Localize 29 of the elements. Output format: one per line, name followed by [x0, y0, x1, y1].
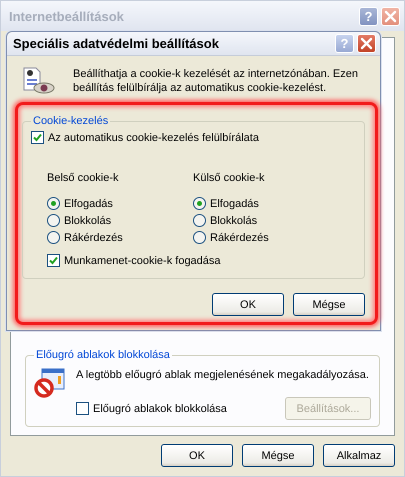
- dialog-button[interactable]: Mégse: [242, 444, 314, 467]
- group-title: Cookie-kezelés: [32, 115, 110, 127]
- popup-block-checkbox[interactable]: Előugró ablakok blokkolása: [76, 402, 227, 415]
- window-title: Internetbeállítások: [9, 8, 125, 24]
- description-text: A legtöbb előugró ablak megjelenésének megakadályozása.: [76, 369, 370, 381]
- cookie-privacy-icon: [21, 66, 55, 96]
- radio-option[interactable]: Elfogadás: [193, 197, 339, 210]
- close-icon: [384, 10, 397, 22]
- close-button[interactable]: [357, 34, 376, 53]
- session-checkbox[interactable]: Munkamenet-cookie-k fogadása: [47, 254, 221, 267]
- radio-option[interactable]: Rákérdezés: [193, 231, 339, 244]
- column-heading: Külső cookie-k: [193, 172, 266, 184]
- intro-text: Beállíthatja a cookie-k kezelését az internetzónában. Ezen beállítás felülbírálja az automatikus cookie-kezelést.: [73, 67, 359, 95]
- check-icon: [33, 133, 42, 142]
- check-icon: [49, 256, 58, 265]
- radio-option[interactable]: Blokkolás: [47, 214, 193, 227]
- column-heading: Belső cookie-k: [47, 172, 120, 184]
- blocked-window-icon: [34, 367, 66, 399]
- override-checkbox[interactable]: Az automatikus cookie-kezelés felülbírálata: [31, 131, 356, 144]
- radio-option[interactable]: Rákérdezés: [47, 231, 193, 244]
- dialog-title: Speciális adatvédelmi beállítások: [13, 36, 220, 51]
- dialog-button[interactable]: Alkalmaz: [323, 444, 395, 467]
- radio-option[interactable]: Blokkolás: [193, 214, 339, 227]
- close-icon: [360, 37, 373, 50]
- dialog-button[interactable]: OK: [212, 293, 284, 316]
- group-title: Előugró ablakok blokkolása: [35, 349, 171, 361]
- radio-option[interactable]: Elfogadás: [47, 197, 193, 210]
- dialog-button[interactable]: Mégse: [293, 293, 365, 316]
- dialog-button[interactable]: OK: [161, 444, 233, 467]
